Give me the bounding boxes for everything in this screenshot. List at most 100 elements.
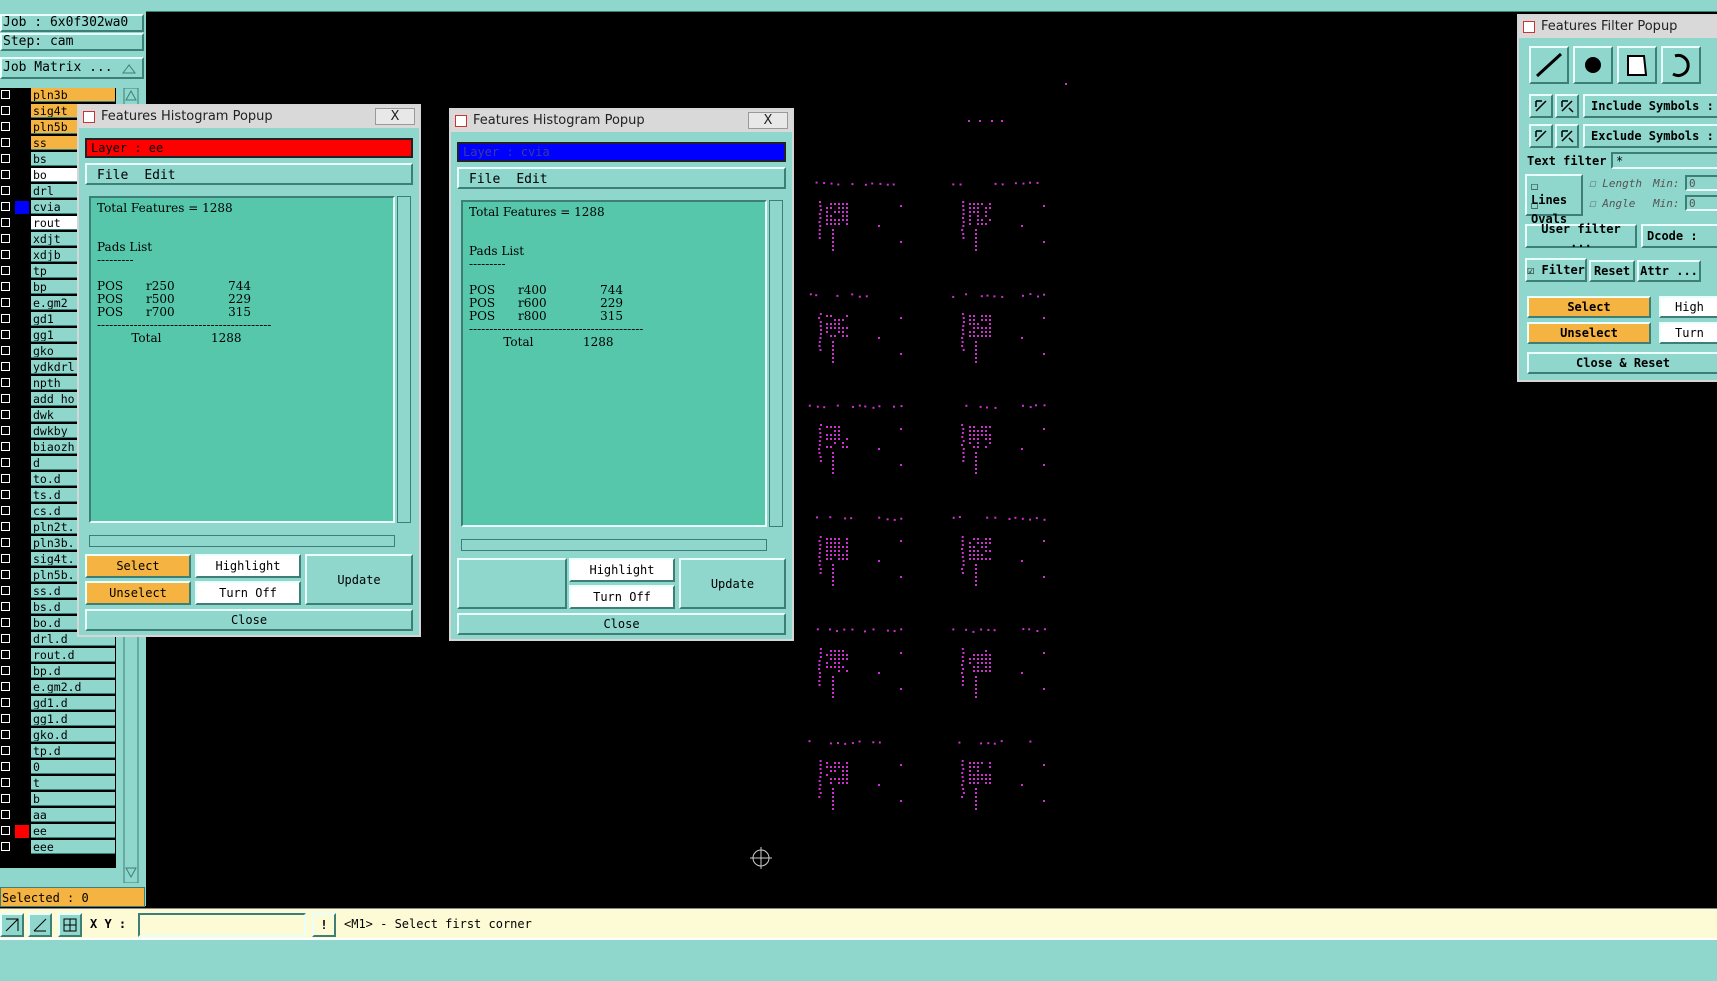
layer-checkbox[interactable] bbox=[1, 346, 10, 355]
histogram-popup-titlebar[interactable]: Features Histogram Popup X bbox=[79, 106, 419, 128]
layer-checkbox[interactable] bbox=[1, 826, 10, 835]
layer-checkbox[interactable] bbox=[1, 570, 10, 579]
layer-checkbox[interactable] bbox=[1, 522, 10, 531]
layer-checkbox[interactable] bbox=[1, 234, 10, 243]
angle-min-input[interactable]: 0 bbox=[1685, 195, 1717, 211]
layer-checkbox[interactable] bbox=[1, 122, 10, 131]
layer-checkbox[interactable] bbox=[1, 202, 10, 211]
close-button[interactable]: Close bbox=[85, 609, 413, 631]
layer-checkbox[interactable] bbox=[1, 666, 10, 675]
pad-tool-icon[interactable] bbox=[1573, 46, 1613, 84]
layer-row[interactable]: gko.d bbox=[0, 728, 116, 743]
update-button[interactable]: Update bbox=[679, 558, 786, 609]
menu-file[interactable]: File bbox=[469, 172, 500, 187]
layer-checkbox[interactable] bbox=[1, 138, 10, 147]
layer-row[interactable]: tp.d bbox=[0, 744, 116, 759]
user-filter-button[interactable]: User filter ... bbox=[1525, 222, 1637, 250]
length-checkbox[interactable]: ☐ Length bbox=[1589, 177, 1642, 190]
layer-checkbox[interactable] bbox=[1, 458, 10, 467]
histogram-text-area[interactable]: Total Features = 1288 Pads List --------… bbox=[461, 200, 767, 527]
layer-checkbox[interactable] bbox=[1, 298, 10, 307]
snap-grid-icon[interactable] bbox=[58, 913, 82, 937]
layer-checkbox[interactable] bbox=[1, 586, 10, 595]
layer-row[interactable]: bp.d bbox=[0, 664, 116, 679]
layer-checkbox[interactable] bbox=[1, 618, 10, 627]
layer-checkbox[interactable] bbox=[1, 378, 10, 387]
reset-button[interactable]: Reset bbox=[1589, 260, 1635, 282]
layer-checkbox[interactable] bbox=[1, 266, 10, 275]
layer-row[interactable]: eee bbox=[0, 840, 116, 855]
layer-checkbox[interactable] bbox=[1, 330, 10, 339]
zoom-fit-icon[interactable] bbox=[0, 913, 24, 937]
filter-popup-titlebar[interactable]: Features Filter Popup bbox=[1519, 16, 1717, 38]
vertical-scrollbar[interactable] bbox=[397, 196, 411, 523]
exclude-pick-icon[interactable] bbox=[1529, 124, 1553, 148]
highlight-button[interactable]: Highlight bbox=[195, 554, 301, 578]
collapse-up-icon[interactable] bbox=[116, 60, 142, 78]
alert-icon[interactable]: ! bbox=[312, 913, 336, 937]
highlight-button[interactable]: Highlight bbox=[569, 558, 675, 582]
xy-input[interactable] bbox=[138, 913, 306, 937]
layer-checkbox[interactable] bbox=[1, 490, 10, 499]
layer-checkbox[interactable] bbox=[1, 442, 10, 451]
surface-tool-icon[interactable] bbox=[1617, 46, 1657, 84]
layer-checkbox[interactable] bbox=[1, 634, 10, 643]
layer-checkbox[interactable] bbox=[1, 362, 10, 371]
histogram-text-area[interactable]: Total Features = 1288 Pads List --------… bbox=[89, 196, 395, 523]
turn-off-button[interactable]: Turn Off bbox=[569, 585, 675, 609]
turn-off-button[interactable]: Turn Off bbox=[195, 581, 301, 605]
layer-checkbox[interactable] bbox=[1, 730, 10, 739]
layer-checkbox[interactable] bbox=[1, 170, 10, 179]
select-button[interactable]: Select bbox=[85, 554, 191, 578]
layer-row[interactable]: ee bbox=[0, 824, 116, 839]
layer-checkbox[interactable] bbox=[1, 154, 10, 163]
exclude-symbols-button[interactable]: Exclude Symbols : bbox=[1583, 124, 1717, 148]
menu-file[interactable]: File bbox=[97, 168, 128, 183]
layer-checkbox[interactable] bbox=[1, 282, 10, 291]
highlight-button[interactable]: High bbox=[1659, 296, 1717, 318]
layer-row[interactable]: 0 bbox=[0, 760, 116, 775]
layer-row[interactable]: pln3b bbox=[0, 88, 116, 103]
filter-toggle[interactable]: ☑ Filter bbox=[1525, 258, 1587, 282]
attr-button[interactable]: Attr ... bbox=[1637, 260, 1701, 282]
close-x-button[interactable]: X bbox=[748, 112, 788, 129]
layer-checkbox[interactable] bbox=[1, 186, 10, 195]
layer-checkbox[interactable] bbox=[1, 810, 10, 819]
include-pick-alt-icon[interactable] bbox=[1555, 94, 1579, 118]
unselect-button[interactable]: Unselect bbox=[1527, 322, 1651, 344]
include-symbols-button[interactable]: Include Symbols : bbox=[1583, 94, 1717, 118]
layer-row[interactable]: rout.d bbox=[0, 648, 116, 663]
layer-checkbox[interactable] bbox=[1, 554, 10, 563]
dcode-button[interactable]: Dcode : bbox=[1641, 224, 1717, 248]
layer-checkbox[interactable] bbox=[1, 778, 10, 787]
layer-checkbox[interactable] bbox=[1, 90, 10, 99]
menu-edit[interactable]: Edit bbox=[516, 172, 547, 187]
layer-checkbox[interactable] bbox=[1, 394, 10, 403]
horizontal-scrollbar[interactable] bbox=[461, 539, 767, 551]
layer-checkbox[interactable] bbox=[1, 650, 10, 659]
layer-checkbox[interactable] bbox=[1, 250, 10, 259]
menu-edit[interactable]: Edit bbox=[144, 168, 175, 183]
layer-row[interactable]: b bbox=[0, 792, 116, 807]
layer-checkbox[interactable] bbox=[1, 314, 10, 323]
text-filter-input[interactable]: * bbox=[1611, 152, 1717, 169]
layer-row[interactable]: t bbox=[0, 776, 116, 791]
layer-checkbox[interactable] bbox=[1, 506, 10, 515]
layer-row[interactable]: gg1.d bbox=[0, 712, 116, 727]
close-x-button[interactable]: X bbox=[375, 108, 415, 125]
layer-checkbox[interactable] bbox=[1, 474, 10, 483]
vertical-scrollbar[interactable] bbox=[769, 200, 783, 527]
histogram-popup-titlebar[interactable]: Features Histogram Popup X bbox=[451, 110, 792, 132]
layer-checkbox[interactable] bbox=[1, 746, 10, 755]
layer-checkbox[interactable] bbox=[1, 218, 10, 227]
layer-checkbox[interactable] bbox=[1, 106, 10, 115]
include-pick-icon[interactable] bbox=[1529, 94, 1553, 118]
turn-off-button[interactable]: Turn bbox=[1659, 322, 1717, 344]
layer-checkbox[interactable] bbox=[1, 602, 10, 611]
arc-tool-icon[interactable] bbox=[1661, 46, 1701, 84]
layer-checkbox[interactable] bbox=[1, 426, 10, 435]
close-button[interactable]: Close bbox=[457, 613, 786, 635]
layer-row[interactable]: aa bbox=[0, 808, 116, 823]
layer-checkbox[interactable] bbox=[1, 682, 10, 691]
horizontal-scrollbar[interactable] bbox=[89, 535, 395, 547]
